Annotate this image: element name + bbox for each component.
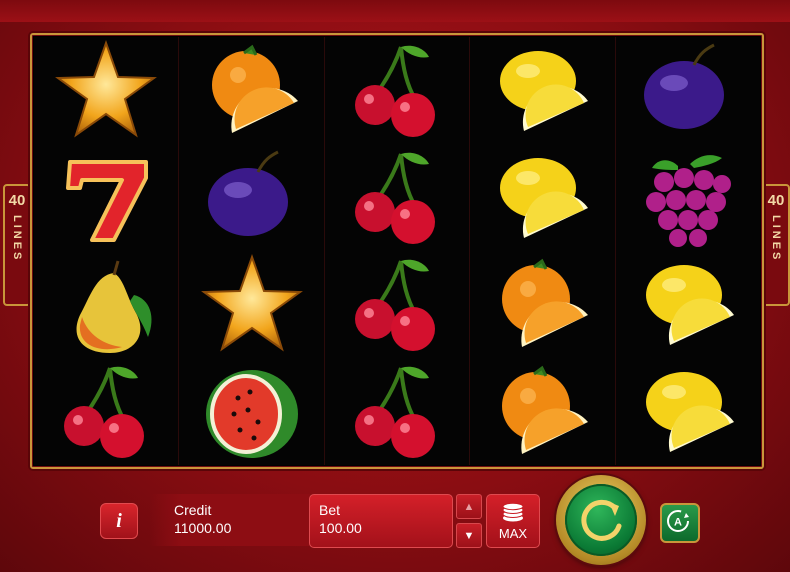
reel-2 [179, 37, 325, 465]
lemon-icon [500, 50, 589, 131]
reels-area [34, 37, 761, 465]
pear-symbol [34, 251, 178, 358]
max-label: MAX [498, 526, 528, 541]
watermelon-symbol [179, 358, 323, 465]
cherry-icon [355, 152, 436, 244]
star-symbol [34, 37, 178, 144]
cherry-symbol [325, 251, 469, 358]
orange-symbol [470, 251, 614, 358]
lemon-symbol [470, 37, 614, 144]
grapes-symbol [616, 144, 760, 251]
orange-symbol [179, 37, 323, 144]
lemon-icon [500, 157, 589, 238]
lines-count: 40 [8, 192, 26, 209]
autoplay-a-icon: A [667, 510, 689, 532]
reel-5 [615, 37, 761, 465]
lemon-icon [645, 371, 734, 452]
lemon-symbol [470, 144, 614, 251]
cherry-symbol [325, 144, 469, 251]
coin-stack-icon [502, 503, 524, 522]
credit-value: 11000.00 [174, 520, 232, 536]
seven-symbol [34, 144, 178, 251]
credit-label: Credit [174, 502, 212, 518]
cherry-symbol [34, 358, 178, 465]
bet-label: Bet [319, 502, 341, 518]
circular-arrow-icon [581, 499, 622, 541]
pear-icon [76, 260, 152, 353]
lines-count: 40 [767, 192, 785, 209]
star-symbol [179, 251, 323, 358]
cherry-icon [355, 45, 436, 137]
bet-increase-button[interactable]: ▲ [456, 494, 482, 519]
lines-word: LINES [770, 215, 782, 263]
plum-symbol [179, 144, 323, 251]
svg-text:A: A [674, 517, 682, 529]
reel-4 [470, 37, 616, 465]
cherry-icon [355, 366, 436, 458]
lemon-icon [645, 264, 734, 345]
plum-icon [207, 150, 288, 236]
star-icon [55, 39, 158, 137]
bet-decrease-button[interactable]: ▼ [456, 523, 482, 548]
reel-3 [324, 37, 471, 465]
reels-frame [30, 33, 764, 469]
orange-icon [502, 258, 589, 347]
cherry-symbol [325, 358, 469, 465]
spin-button[interactable] [556, 475, 646, 565]
lemon-symbol [616, 251, 760, 358]
triangle-up-icon: ▲ [463, 500, 475, 513]
grapes-icon [645, 154, 731, 247]
orange-icon [502, 365, 589, 454]
lemon-symbol [616, 358, 760, 465]
lines-word: LINES [11, 215, 23, 263]
spin-button-face [565, 484, 637, 556]
max-bet-button[interactable]: MAX [486, 494, 540, 548]
plum-icon [643, 43, 724, 129]
lines-badge-right: 40 LINES [762, 184, 790, 306]
seven-icon [66, 159, 149, 242]
cherry-icon [64, 366, 145, 458]
info-button[interactable]: i [100, 503, 138, 539]
top-bar [0, 0, 790, 22]
bet-value: 100.00 [319, 520, 362, 536]
orange-symbol [470, 358, 614, 465]
star-icon [200, 253, 303, 351]
lines-badge-left: 40 LINES [3, 184, 31, 306]
autoplay-button[interactable]: A [660, 503, 700, 543]
info-icon: i [116, 509, 122, 532]
plum-symbol [616, 37, 760, 144]
cherry-icon [355, 259, 436, 351]
orange-icon [211, 44, 298, 133]
reel-1 [34, 37, 180, 465]
triangle-down-icon: ▼ [463, 529, 475, 542]
cherry-symbol [325, 37, 469, 144]
watermelon-icon [205, 369, 298, 458]
